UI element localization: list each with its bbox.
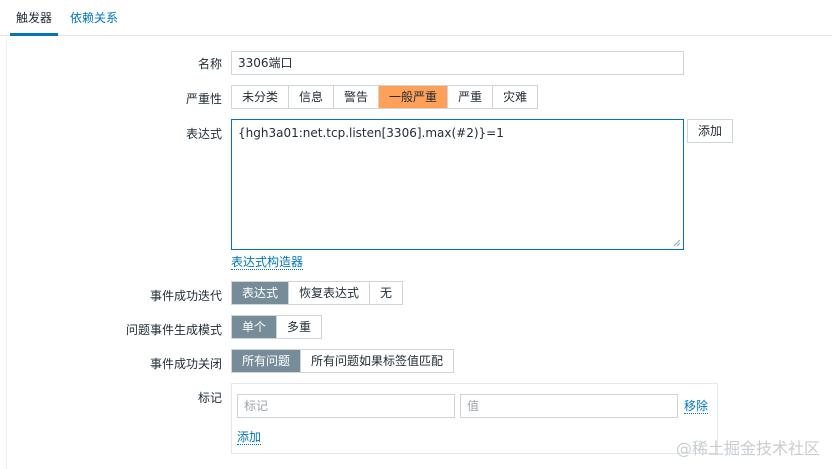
severity-high[interactable]: 严重 [448, 86, 494, 108]
problem-event-mode-label: 问题事件生成模式 [125, 323, 222, 337]
name-input[interactable]: 3306端口 [231, 51, 684, 75]
ok-event-closes-selector: 所有问题 所有问题如果标签值匹配 [231, 349, 455, 373]
resize-grip-icon[interactable] [673, 239, 681, 247]
severity-average[interactable]: 一般严重 [379, 86, 449, 108]
severity-warning[interactable]: 警告 [334, 86, 380, 108]
severity-label: 严重性 [185, 92, 222, 106]
ok-event-closes-label: 事件成功关闭 [149, 357, 222, 371]
expression-constructor-link[interactable]: 表达式构造器 [231, 255, 304, 270]
ok-event-expression[interactable]: 表达式 [232, 282, 290, 304]
problem-mode-single[interactable]: 单个 [232, 316, 278, 338]
closes-matching-tags[interactable]: 所有问题如果标签值匹配 [301, 350, 453, 372]
severity-disaster[interactable]: 灾难 [493, 86, 537, 108]
problem-event-mode-selector: 单个 多重 [231, 315, 323, 339]
ok-event-generation-selector: 表达式 恢复表达式 无 [231, 281, 404, 305]
tab-bar: 触发器 依赖关系 [0, 0, 832, 36]
expression-textarea[interactable]: {hgh3a01:net.tcp.listen[3306].max(#2)}=1 [231, 119, 684, 250]
ok-event-none[interactable]: 无 [370, 282, 402, 304]
ok-event-recovery-expression[interactable]: 恢复表达式 [289, 282, 371, 304]
ok-event-generation-label: 事件成功迭代 [149, 289, 222, 303]
expression-text: {hgh3a01:net.tcp.listen[3306].max(#2)}=1 [238, 126, 504, 140]
expression-add-button[interactable]: 添加 [687, 119, 734, 143]
severity-selector: 未分类 信息 警告 一般严重 严重 灾难 [231, 85, 539, 109]
expression-label: 表达式 [185, 127, 222, 141]
tab-triggers[interactable]: 触发器 [10, 0, 59, 36]
severity-not-classified[interactable]: 未分类 [232, 86, 290, 108]
name-label: 名称 [197, 57, 222, 71]
closes-all-problems[interactable]: 所有问题 [232, 350, 302, 372]
tab-dependencies[interactable]: 依赖关系 [70, 0, 118, 36]
tag-add-link[interactable]: 添加 [237, 430, 262, 445]
watermark: @稀土掘金技术社区 [675, 439, 820, 458]
tag-value-input[interactable]: 值 [460, 394, 678, 418]
tags-label: 标记 [197, 391, 222, 405]
tag-remove-link[interactable]: 移除 [684, 399, 709, 414]
tag-name-input[interactable]: 标记 [237, 394, 455, 418]
problem-mode-multiple[interactable]: 多重 [277, 316, 321, 338]
severity-information[interactable]: 信息 [289, 86, 335, 108]
